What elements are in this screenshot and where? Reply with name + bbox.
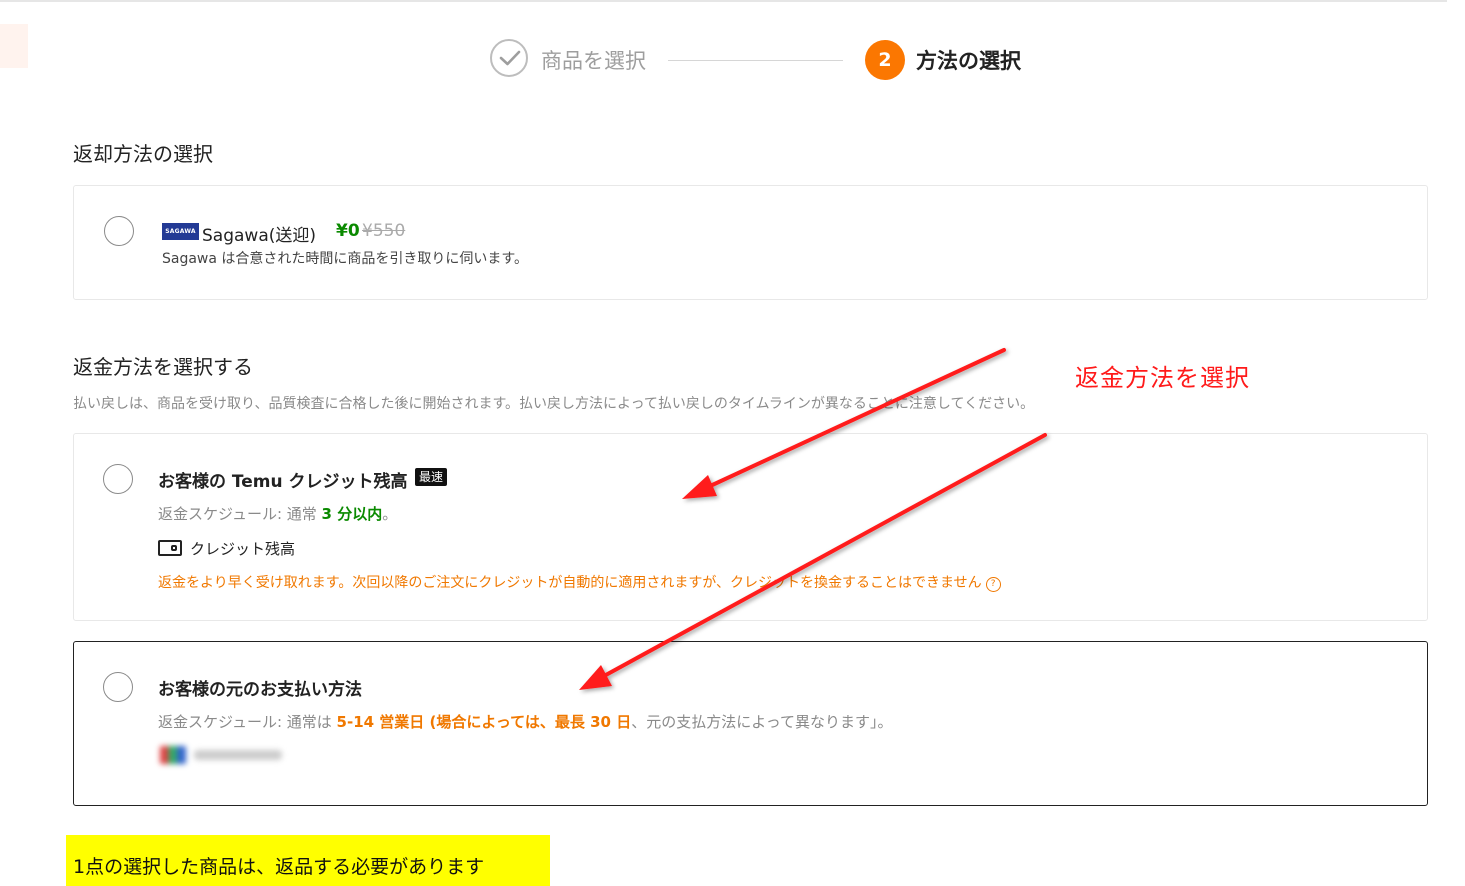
annotation-label: 返金方法を選択 bbox=[1075, 364, 1250, 392]
payment-card-icon bbox=[158, 744, 288, 766]
help-icon[interactable]: ? bbox=[985, 577, 1001, 592]
items-to-return-banner: 1点の選択した商品は、返品する必要があります bbox=[66, 835, 550, 886]
refund-note: 払い戻しは、商品を受け取り、品質検査に合格した後に開始されます。払い戻し方法によ… bbox=[73, 396, 1035, 412]
credit-option-title: お客様の Temu クレジット残高 bbox=[158, 472, 408, 492]
credit-note: 返金をより早く受け取れます。次回以降のご注文にクレジットが自動的に適用されますが… bbox=[158, 572, 1001, 592]
original-payment-schedule: 返金スケジュール: 通常は 5-14 営業日 (場合によっては、最長 30 日、… bbox=[158, 713, 893, 731]
sagawa-logo: SAGAWA bbox=[162, 223, 199, 240]
refund-method-heading: 返金方法を選択する bbox=[73, 355, 253, 379]
original-payment-title: お客様の元のお支払い方法 bbox=[158, 680, 362, 700]
step-connector bbox=[668, 60, 843, 61]
carrier-price: ¥0 bbox=[336, 221, 360, 241]
credit-schedule: 返金スケジュール: 通常 3 分以内。 bbox=[158, 505, 398, 523]
return-method-card[interactable]: SAGAWA Sagawa(送迎) ¥0 ¥550 Sagawa は合意された時… bbox=[73, 185, 1428, 300]
return-method-heading: 返却方法の選択 bbox=[73, 142, 213, 166]
carrier-original-price: ¥550 bbox=[362, 221, 406, 241]
top-divider bbox=[0, 0, 1447, 2]
step-number-badge: 2 bbox=[865, 40, 905, 80]
original-payment-radio[interactable] bbox=[103, 672, 133, 702]
side-tab[interactable] bbox=[0, 24, 28, 68]
carrier-name: Sagawa(送迎) bbox=[202, 226, 317, 246]
refund-option-credit[interactable]: お客様の Temu クレジット残高 最速 返金スケジュール: 通常 3 分以内。… bbox=[73, 433, 1428, 621]
carrier-description: Sagawa は合意された時間に商品を引き取りに伺います。 bbox=[162, 251, 529, 267]
fastest-badge: 最速 bbox=[415, 468, 448, 486]
step-select-items-label[interactable]: 商品を選択 bbox=[541, 45, 646, 75]
sagawa-radio[interactable] bbox=[104, 216, 134, 246]
step-completed-check-icon bbox=[490, 39, 528, 77]
step-select-method-label: 方法の選択 bbox=[916, 49, 1021, 73]
refund-option-original-payment[interactable]: お客様の元のお支払い方法 返金スケジュール: 通常は 5-14 営業日 (場合に… bbox=[73, 641, 1428, 806]
wallet-icon bbox=[158, 540, 182, 556]
credit-radio[interactable] bbox=[103, 464, 133, 494]
credit-balance-label: クレジット残高 bbox=[190, 540, 296, 558]
items-to-return-text: 1点の選択した商品は、返品する必要があります bbox=[73, 856, 485, 878]
